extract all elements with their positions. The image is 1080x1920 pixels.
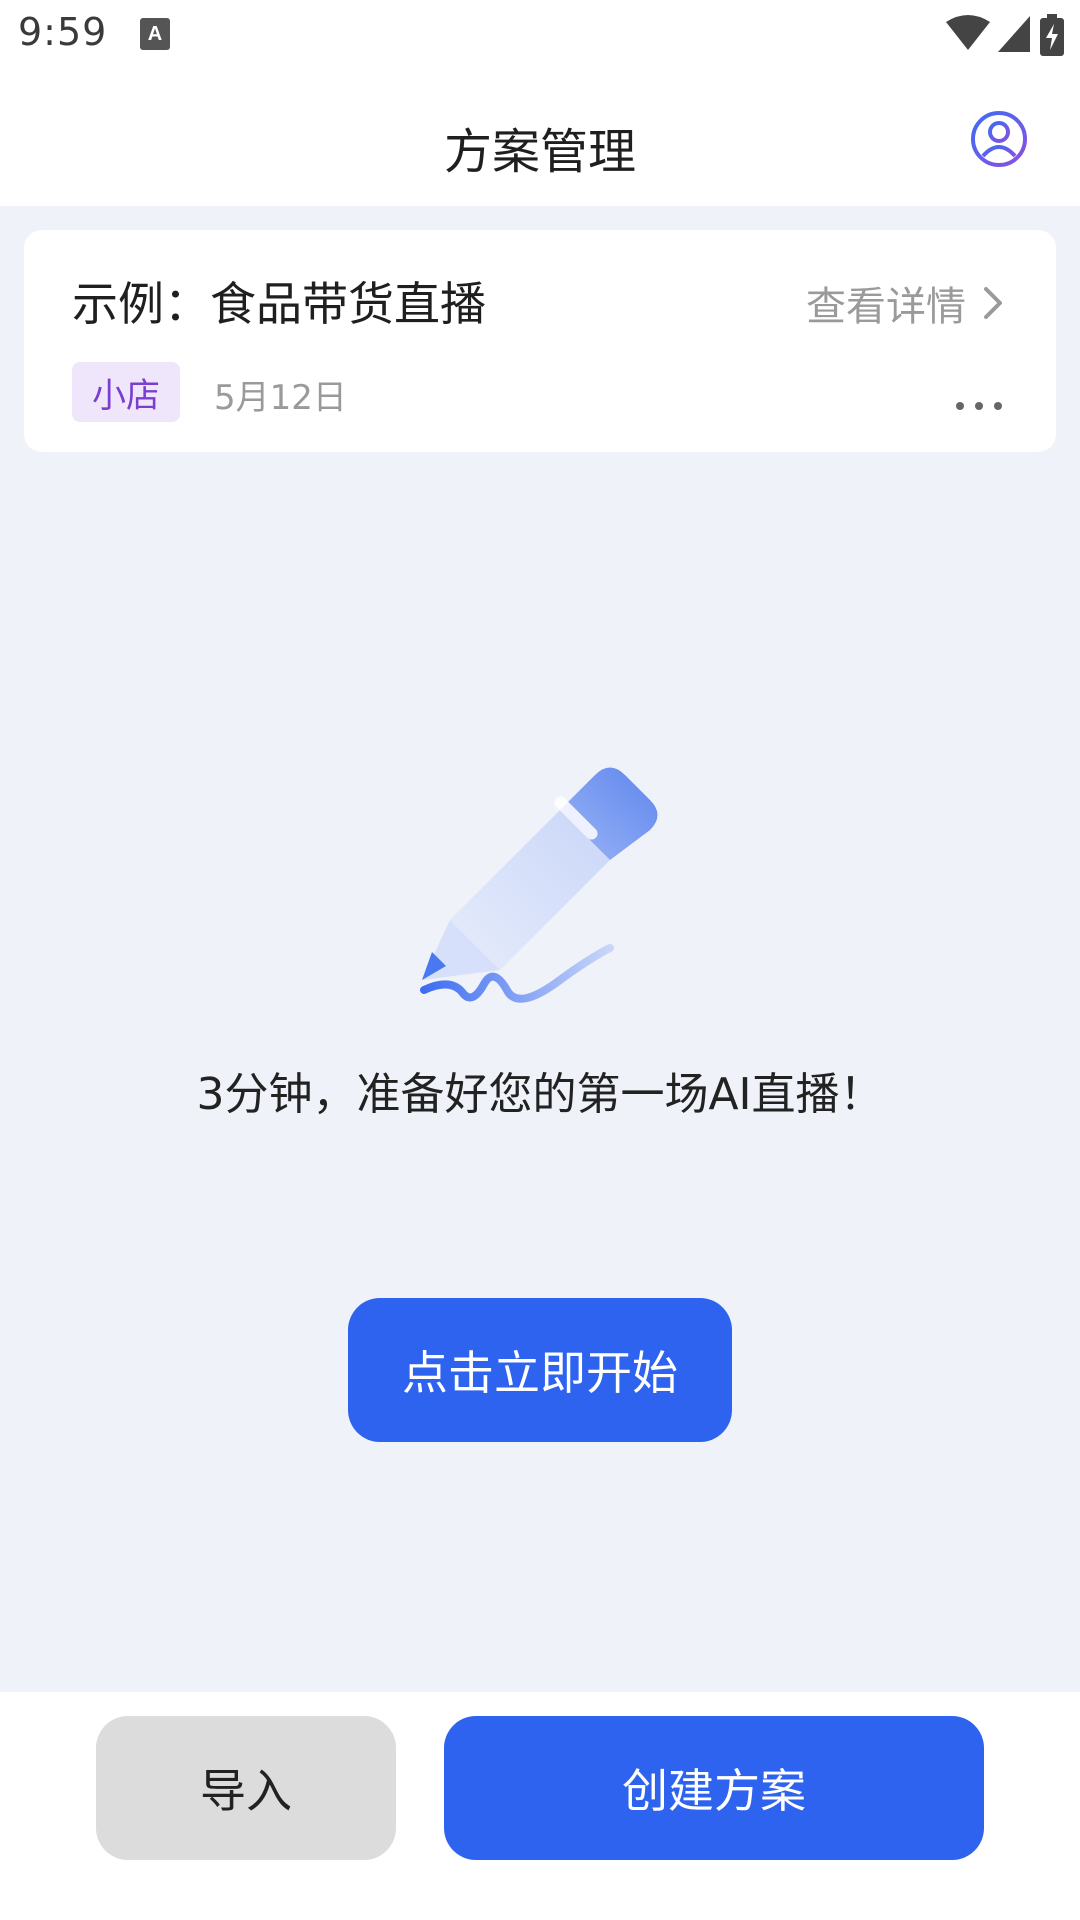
create-plan-button[interactable]: 创建方案 [444,1716,984,1860]
app-header: 方案管理 [0,70,1080,206]
status-bar: 9:59 A [0,0,1080,70]
page-title: 方案管理 [443,124,636,180]
signal-icon [998,16,1030,52]
start-now-button[interactable]: 点击立即开始 [348,1298,732,1442]
more-dots-icon[interactable] [954,398,1004,414]
import-button[interactable]: 导入 [96,1716,396,1860]
status-time: 9:59 [18,10,108,54]
view-details-label: 查看详情 [806,284,966,330]
shop-tag: 小店 [72,362,180,422]
plan-title: 示例：食品带货直播 [72,277,486,331]
view-details-link[interactable]: 查看详情 [806,274,1006,332]
wifi-icon [946,15,990,50]
user-profile-icon[interactable] [970,110,1028,168]
plan-date: 5月12日 [214,378,347,418]
keyboard-a-icon: A [140,18,170,50]
svg-text:A: A [148,23,162,45]
chevron-right-icon [984,287,1002,319]
empty-state-message: 3分钟，准备好您的第一场AI直播！ [196,1069,884,1120]
battery-charging-icon [1040,14,1064,56]
pencil-icon [420,767,658,1003]
bottom-action-bar: 导入 创建方案 [0,1692,1080,1920]
plan-card[interactable]: 示例：食品带货直播 查看详情 小店 5月12日 [24,230,1056,452]
